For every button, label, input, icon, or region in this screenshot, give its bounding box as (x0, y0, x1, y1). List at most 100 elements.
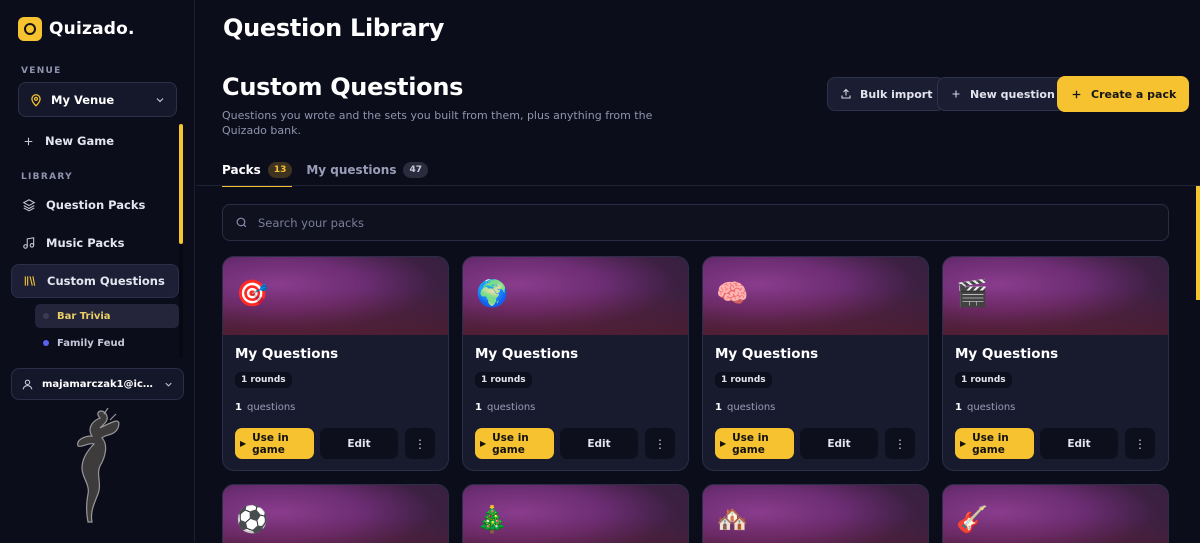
question-count: 1 questions (715, 402, 776, 413)
quizado-logo-icon (18, 17, 42, 41)
new-question-label: New question (970, 87, 1055, 101)
sidebar-item-label: Custom Questions (47, 274, 165, 288)
rounds-badge: 1 rounds (475, 372, 532, 388)
dot-icon (43, 313, 49, 319)
card-title: My Questions (235, 346, 339, 362)
pack-card[interactable]: 🌍 My Questions 1 rounds 1 questions ▶ Use… (462, 256, 689, 471)
layers-icon (22, 199, 36, 212)
search-input[interactable] (258, 215, 1156, 230)
new-question-button[interactable]: New question (937, 77, 1068, 111)
pack-card[interactable]: 🎸 (942, 484, 1169, 543)
plus-icon (952, 90, 960, 98)
question-count: 1 questions (475, 402, 536, 413)
play-icon: ▶ (720, 439, 727, 448)
use-in-game-button[interactable]: ▶ Use in game (235, 428, 314, 459)
venue-label: VENUE (21, 66, 62, 76)
sidebar-item-question-packs[interactable]: Question Packs (11, 188, 179, 222)
soccer-ball-icon: ⚽ (236, 505, 269, 535)
tab-divider (196, 185, 1200, 186)
clapperboard-icon: 🎬 (956, 279, 989, 309)
main-scrollbar-thumb[interactable] (1196, 186, 1200, 300)
account-email: majamarczak1@iclou... (42, 378, 155, 390)
play-icon: ▶ (960, 439, 967, 448)
pack-card[interactable]: ⚽ (222, 484, 449, 543)
venue-name: My Venue (51, 92, 115, 107)
tab-packs[interactable]: Packs 13 (222, 154, 293, 187)
library-label: LIBRARY (21, 172, 73, 182)
library-icon (24, 276, 36, 286)
sidebar-subitem-label: Bar Trivia (57, 310, 111, 322)
search-icon (236, 217, 247, 228)
sidebar: Quizado. VENUE My Venue New Game LIBRARY… (0, 0, 195, 543)
plus-icon (1072, 90, 1081, 98)
plus-icon (24, 137, 33, 145)
dot-icon (43, 340, 49, 346)
edit-button[interactable]: Edit (560, 428, 638, 459)
use-in-game-label: Use in game (492, 431, 529, 456)
more-options-icon[interactable]: ⋮ (645, 428, 675, 459)
question-count: 1 questions (235, 402, 296, 413)
guitar-icon: 🎸 (956, 505, 989, 535)
venue-select[interactable]: My Venue (18, 82, 177, 117)
card-title: My Questions (955, 346, 1059, 362)
tab-my-questions[interactable]: My questions 47 (306, 154, 429, 186)
pack-card[interactable]: 🏘️ (702, 484, 929, 543)
card-title: My Questions (475, 346, 579, 362)
pack-card[interactable]: 🎄 (462, 484, 689, 543)
more-options-icon[interactable]: ⋮ (1125, 428, 1155, 459)
houses-icon: 🏘️ (716, 505, 749, 535)
account-menu[interactable]: majamarczak1@iclou... (11, 368, 184, 400)
tab-count-badge: 47 (403, 162, 429, 178)
section-title: Custom Questions (222, 73, 464, 101)
card-title: My Questions (715, 346, 819, 362)
location-pin-icon (31, 93, 41, 107)
sidebar-subitem-family-feud[interactable]: Family Feud (35, 331, 179, 355)
new-game-button[interactable]: New Game (11, 124, 179, 158)
use-in-game-button[interactable]: ▶ Use in game (715, 428, 794, 459)
globe-icon: 🌍 (476, 279, 509, 309)
target-icon: 🎯 (236, 279, 269, 309)
page-title: Question Library (223, 14, 445, 42)
more-options-icon[interactable]: ⋮ (885, 428, 915, 459)
user-icon (22, 379, 33, 389)
tab-label: My questions (306, 163, 397, 177)
bulk-import-label: Bulk import (860, 87, 933, 101)
app-logo[interactable]: Quizado. (18, 17, 135, 41)
sidebar-subitem-label: Family Feud (57, 337, 125, 349)
main-content: Question Library Custom Questions Questi… (196, 0, 1200, 543)
sidebar-scrollbar-track (179, 244, 183, 358)
edit-button[interactable]: Edit (320, 428, 398, 459)
music-note-icon (23, 237, 35, 249)
sidebar-item-music-packs[interactable]: Music Packs (11, 226, 179, 260)
tab-label: Packs (222, 163, 261, 177)
edit-button[interactable]: Edit (1040, 428, 1118, 459)
sidebar-subitem-bar-trivia[interactable]: Bar Trivia (35, 304, 179, 328)
sidebar-scrollbar-thumb[interactable] (179, 124, 183, 244)
section-subtitle: Questions you wrote and the sets you bui… (222, 109, 653, 137)
app-name: Quizado. (49, 19, 135, 39)
use-in-game-button[interactable]: ▶ Use in game (475, 428, 554, 459)
rounds-badge: 1 rounds (715, 372, 772, 388)
pack-card[interactable]: 🧠 My Questions 1 rounds 1 questions ▶ Use… (702, 256, 929, 471)
search-bar[interactable] (222, 204, 1169, 241)
sidebar-item-label: Music Packs (46, 236, 125, 250)
create-pack-button[interactable]: Create a pack (1057, 76, 1190, 112)
play-icon: ▶ (240, 439, 247, 448)
pack-card[interactable]: 🎬 My Questions 1 rounds 1 questions ▶ Use… (942, 256, 1169, 471)
tab-count-badge: 13 (267, 162, 293, 178)
more-options-icon[interactable]: ⋮ (405, 428, 435, 459)
brain-icon: 🧠 (716, 279, 749, 309)
use-in-game-label: Use in game (252, 431, 289, 456)
create-pack-label: Create a pack (1091, 87, 1177, 101)
bulk-import-button[interactable]: Bulk import (827, 77, 946, 111)
use-in-game-button[interactable]: ▶ Use in game (955, 428, 1034, 459)
deer-figure-illustration (77, 408, 120, 523)
pack-card[interactable]: 🎯 My Questions 1 rounds 1 questions ▶ Use… (222, 256, 449, 471)
chevron-down-icon (165, 382, 172, 387)
upload-icon (841, 88, 851, 99)
sidebar-item-custom-questions[interactable]: Custom Questions (11, 264, 179, 298)
play-icon: ▶ (480, 439, 487, 448)
use-in-game-label: Use in game (972, 431, 1009, 456)
new-game-label: New Game (45, 134, 115, 148)
edit-button[interactable]: Edit (800, 428, 878, 459)
